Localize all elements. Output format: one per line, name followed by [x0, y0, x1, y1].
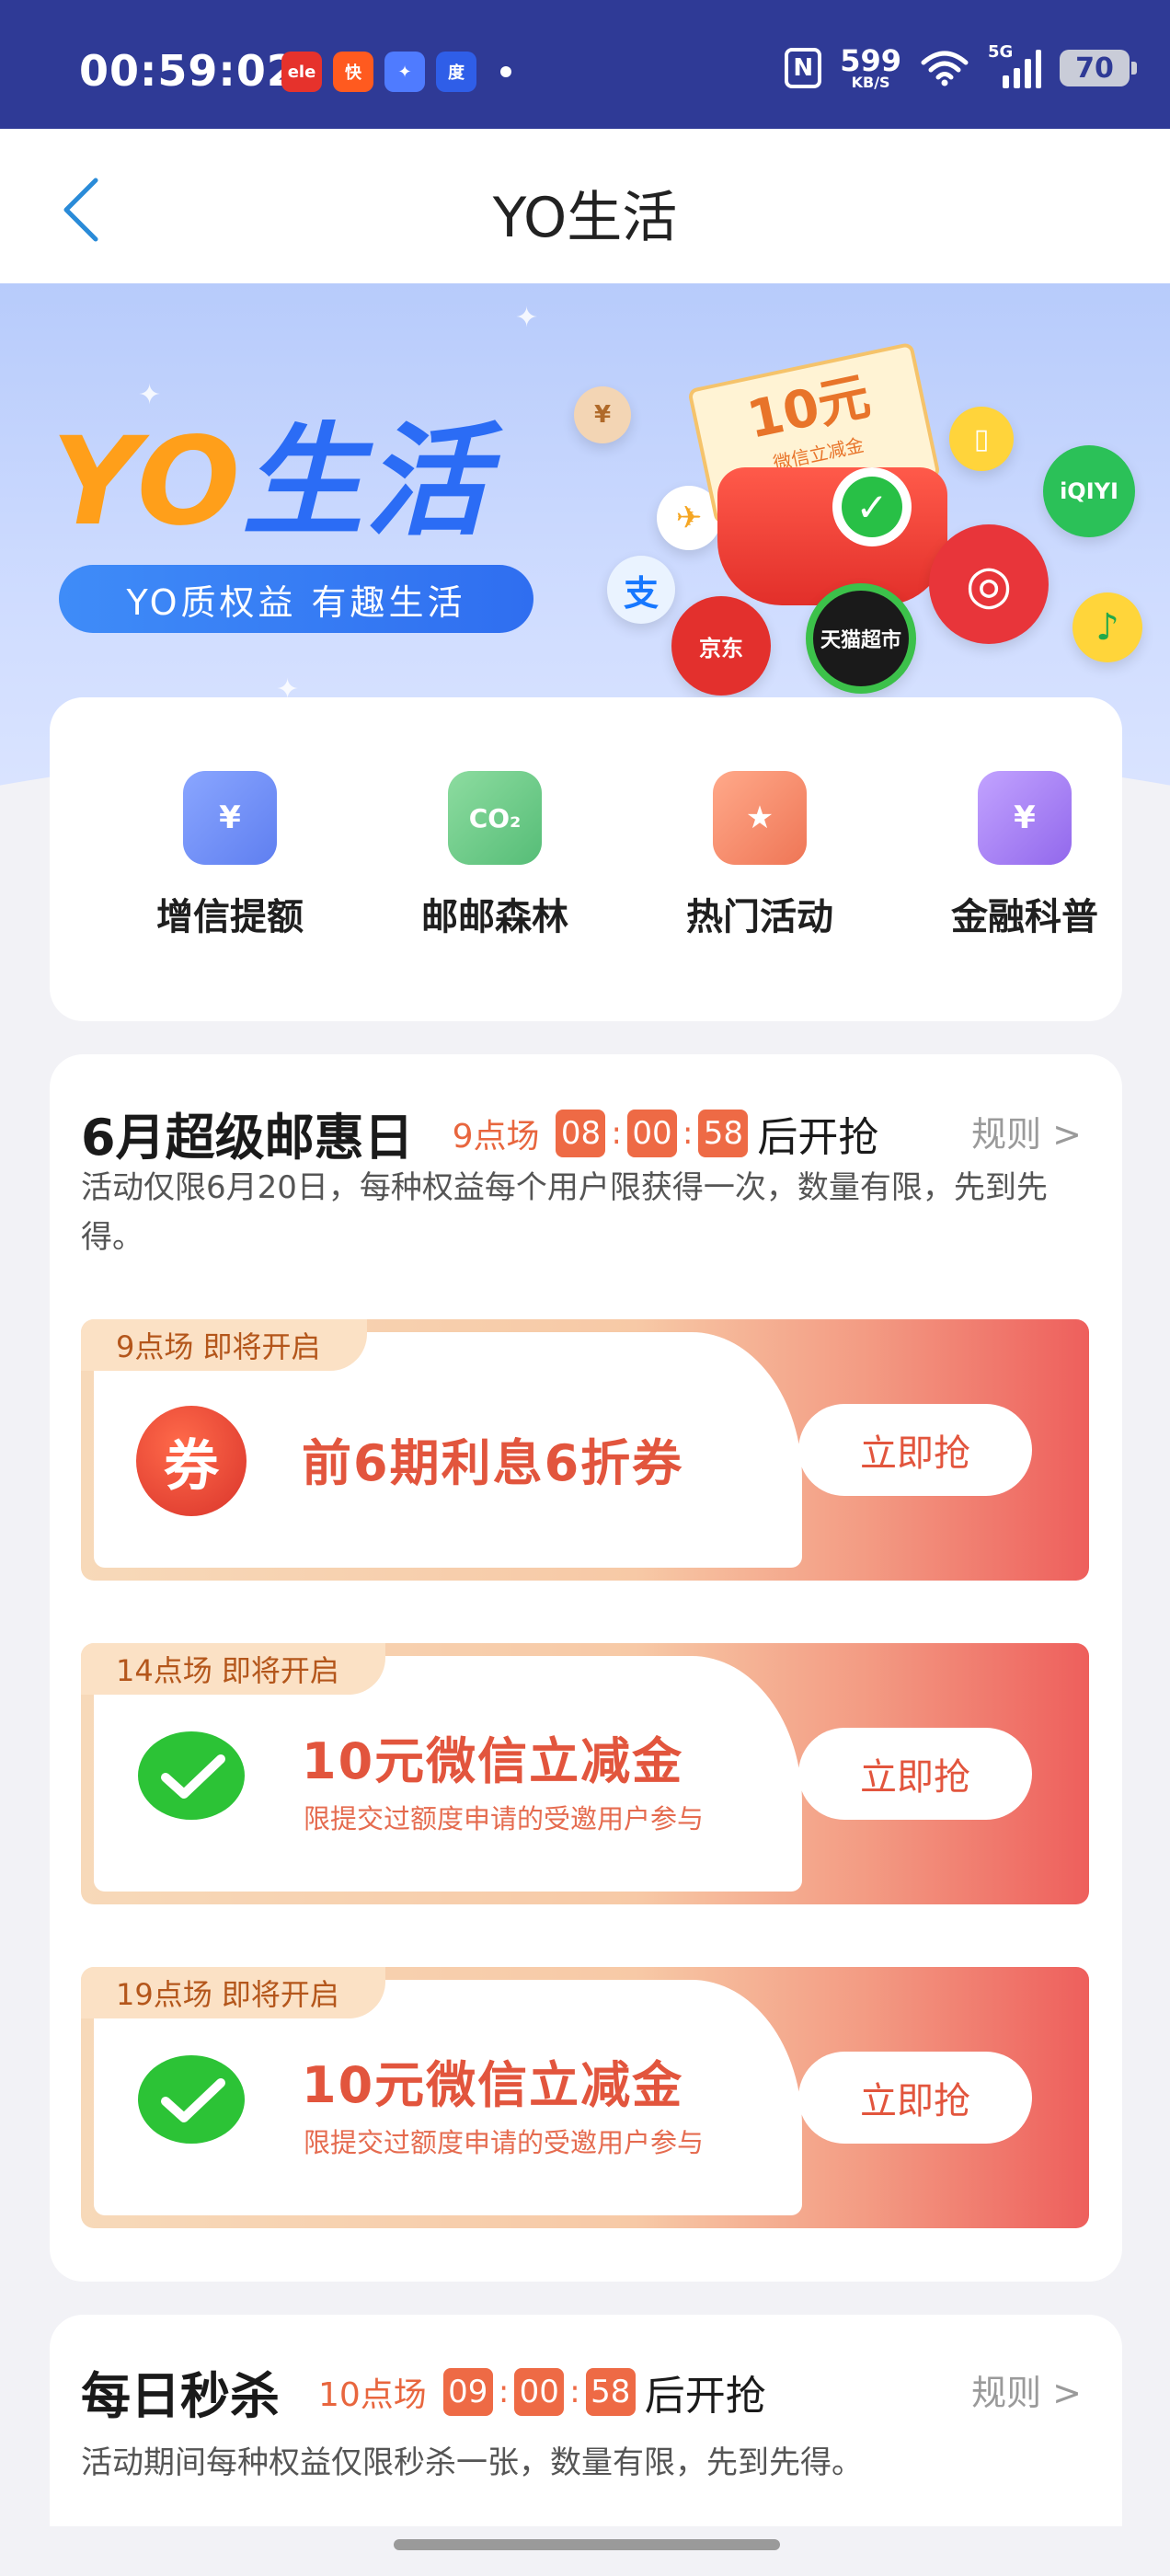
offer-card: 9点场 即将开启 券 前6期利息6折券 立即抢 — [81, 1319, 1089, 1581]
grab-button[interactable]: 立即抢 — [798, 1728, 1032, 1820]
countdown-seconds: 58 — [698, 1109, 749, 1157]
countdown-hours: 09 — [442, 2367, 493, 2416]
round-name: 10点场 — [318, 2375, 427, 2414]
cellular-signal-icon: 5G — [988, 42, 1041, 88]
wallet-icon: ¥ — [183, 771, 277, 865]
coin-icon: ¥ — [574, 386, 631, 443]
wifi-icon — [921, 51, 969, 86]
rules-link[interactable]: 规则 > — [971, 1106, 1082, 1156]
status-app-icons: ele 快 ✦ 度 — [281, 52, 511, 92]
alipay-icon: 支 — [607, 556, 675, 624]
baidu-icon: 度 — [436, 52, 476, 92]
countdown-seconds: 58 — [585, 2367, 636, 2416]
banner-logo-life: 生活 — [242, 411, 489, 553]
offer-title: 前6期利息6折券 — [302, 1434, 684, 1492]
offer-subtitle: 限提交过额度申请的受邀用户参与 — [304, 2127, 705, 2158]
more-notifications-icon — [500, 66, 511, 77]
nav-bar: YO生活 — [0, 129, 1170, 283]
countdown-hours: 08 — [556, 1109, 606, 1157]
status-bar: 00:59:02 ele 快 ✦ 度 N 599 KB/S 5G 70 — [0, 0, 1170, 129]
sparkle-icon: ✦ — [138, 379, 162, 411]
jd-icon: 京东 — [671, 596, 771, 696]
offer-title: 10元微信立减金 — [302, 2056, 684, 2114]
iqiyi-label: iQIYI — [1060, 478, 1118, 504]
tmall-label: 天猫超市 — [820, 629, 901, 652]
phone-icon: ▯ — [949, 407, 1014, 471]
countdown: 08 : 00 : 58 — [556, 1109, 749, 1157]
super-day-section: 6月超级邮惠日 9点场 08 : 00 : 58 后开抢 规则 > 活动仅限6月… — [50, 1054, 1122, 2282]
net-speed: 599 KB/S — [840, 46, 901, 90]
page-title: YO生活 — [492, 186, 678, 250]
section-header: 每日秒杀 10点场 09 : 00 : 58 后开抢 — [81, 2355, 766, 2428]
finance-search-icon: ¥ — [978, 771, 1072, 865]
banner-logo: YO生活 — [52, 421, 488, 543]
quick-item-events[interactable]: ★ 热门活动 — [668, 771, 852, 940]
section-description: 活动仅限6月20日，每种权益每个用户限获得一次，数量有限，先到先得。 — [81, 1169, 1048, 1256]
wechat-icon — [136, 1726, 247, 1836]
status-indicators: N 599 KB/S 5G 70 — [785, 42, 1137, 90]
banner-logo-yo: YO — [52, 411, 243, 553]
eleme-icon: ele — [281, 52, 322, 92]
countdown-suffix: 后开抢 — [644, 2372, 766, 2420]
quick-item-forest[interactable]: CO₂ 邮邮森林 — [403, 771, 587, 940]
countdown-suffix: 后开抢 — [757, 1113, 879, 1161]
qq-music-icon: ♪ — [1072, 592, 1142, 662]
quick-menu: ¥ 增信提额 CO₂ 邮邮森林 ★ 热门活动 ¥ 金融科普 — [50, 697, 1122, 1021]
kuaishou-icon: 快 — [333, 52, 373, 92]
network-type: 5G — [988, 42, 1014, 62]
quick-item-label: 增信提额 — [156, 896, 304, 938]
banner-slogan: YO质权益 有趣生活 — [59, 565, 533, 633]
section-title: 每日秒杀 — [81, 2367, 280, 2425]
quick-item-label: 邮邮森林 — [421, 896, 568, 938]
sparkle-icon: ✦ — [515, 302, 539, 334]
offer-subtitle: 限提交过额度申请的受邀用户参与 — [304, 1803, 705, 1834]
section-title: 6月超级邮惠日 — [81, 1109, 414, 1167]
countdown: 09 : 00 : 58 — [442, 2367, 636, 2416]
netease-music-icon: ◎ — [929, 524, 1049, 644]
battery-icon: 70 — [1060, 50, 1137, 86]
quick-item-finance[interactable]: ¥ 金融科普 — [933, 771, 1117, 940]
iqiyi-icon: iQIYI — [1043, 445, 1135, 537]
red-packet-illustration — [717, 467, 947, 605]
co2-leaf-icon: CO₂ — [448, 771, 542, 865]
net-speed-value: 599 — [840, 43, 901, 78]
grab-button[interactable]: 立即抢 — [798, 1404, 1032, 1496]
rules-link[interactable]: 规则 > — [971, 2364, 1082, 2415]
jd-label: 京东 — [699, 635, 743, 661]
quick-item-credit[interactable]: ¥ 增信提额 — [138, 771, 322, 940]
offer-tag: 19点场 即将开启 — [81, 1967, 385, 2018]
countdown-minutes: 00 — [626, 1109, 677, 1157]
offer-tag: 9点场 即将开启 — [81, 1319, 367, 1371]
section-header: 6月超级邮惠日 9点场 08 : 00 : 58 后开抢 — [81, 1097, 878, 1169]
net-speed-unit: KB/S — [851, 74, 890, 91]
offer-card: 14点场 即将开启 10元微信立减金 限提交过额度申请的受邀用户参与 立即抢 — [81, 1643, 1089, 1904]
round-name: 9点场 — [452, 1117, 540, 1156]
grab-button[interactable]: 立即抢 — [798, 2052, 1032, 2144]
home-indicator[interactable] — [394, 2539, 780, 2550]
offer-title: 10元微信立减金 — [302, 1732, 684, 1790]
bookmark-star-icon: ★ — [713, 771, 807, 865]
status-time: 00:59:02 — [79, 46, 297, 96]
wechat-icon — [136, 2050, 247, 2160]
quick-item-label: 热门活动 — [686, 896, 833, 938]
offer-tag: 14点场 即将开启 — [81, 1643, 385, 1695]
offer-card: 19点场 即将开启 10元微信立减金 限提交过额度申请的受邀用户参与 立即抢 — [81, 1967, 1089, 2228]
flash-sale-section: 每日秒杀 10点场 09 : 00 : 58 后开抢 规则 > 活动期间每种权益… — [50, 2315, 1122, 2526]
coupon-icon: 券 — [136, 1406, 247, 1516]
countdown-minutes: 00 — [514, 2367, 565, 2416]
quick-item-label: 金融科普 — [951, 896, 1098, 938]
check-icon: ✓ — [832, 467, 912, 546]
section-description: 活动期间每种权益仅限秒杀一张，数量有限，先到先得。 — [81, 2444, 863, 2481]
tmall-supermarket-icon: 天猫超市 — [806, 583, 916, 694]
photos-icon: ✦ — [384, 52, 425, 92]
nfc-icon: N — [785, 48, 822, 88]
